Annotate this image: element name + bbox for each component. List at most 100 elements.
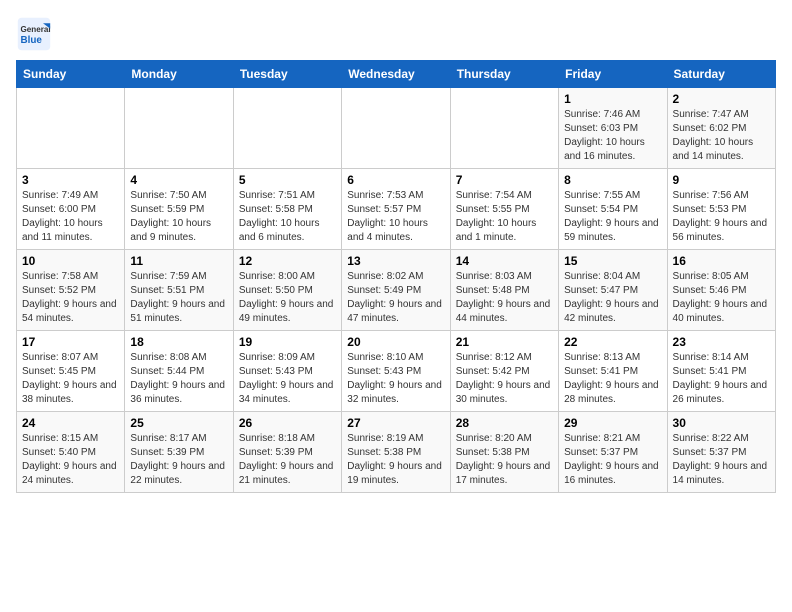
page-header: General Blue bbox=[16, 16, 776, 52]
day-number: 16 bbox=[673, 254, 770, 268]
calendar-cell: 11 Sunrise: 7:59 AM Sunset: 5:51 PM Dayli… bbox=[125, 250, 233, 331]
day-number: 22 bbox=[564, 335, 661, 349]
weekday-header-tuesday: Tuesday bbox=[233, 61, 341, 88]
calendar-cell: 15 Sunrise: 8:04 AM Sunset: 5:47 PM Dayli… bbox=[559, 250, 667, 331]
day-info: Sunrise: 7:47 AM Sunset: 6:02 PM Dayligh… bbox=[673, 108, 770, 164]
day-number: 5 bbox=[239, 173, 336, 187]
day-info: Sunrise: 8:04 AM Sunset: 5:47 PM Dayligh… bbox=[564, 270, 661, 326]
day-info: Sunrise: 7:58 AM Sunset: 5:52 PM Dayligh… bbox=[22, 270, 119, 326]
day-number: 9 bbox=[673, 173, 770, 187]
day-number: 4 bbox=[130, 173, 227, 187]
calendar-cell: 16 Sunrise: 8:05 AM Sunset: 5:46 PM Dayli… bbox=[667, 250, 775, 331]
calendar-cell: 27 Sunrise: 8:19 AM Sunset: 5:38 PM Dayli… bbox=[342, 412, 450, 493]
calendar-cell: 26 Sunrise: 8:18 AM Sunset: 5:39 PM Dayli… bbox=[233, 412, 341, 493]
day-number: 8 bbox=[564, 173, 661, 187]
week-row-5: 24 Sunrise: 8:15 AM Sunset: 5:40 PM Dayli… bbox=[17, 412, 776, 493]
calendar-cell: 3 Sunrise: 7:49 AM Sunset: 6:00 PM Daylig… bbox=[17, 169, 125, 250]
calendar-cell: 28 Sunrise: 8:20 AM Sunset: 5:38 PM Dayli… bbox=[450, 412, 558, 493]
calendar-cell: 1Sunrise: 7:46 AM Sunset: 6:03 PM Daylig… bbox=[559, 88, 667, 169]
day-info: Sunrise: 7:46 AM Sunset: 6:03 PM Dayligh… bbox=[564, 108, 661, 164]
day-info: Sunrise: 8:15 AM Sunset: 5:40 PM Dayligh… bbox=[22, 432, 119, 488]
day-number: 11 bbox=[130, 254, 227, 268]
day-info: Sunrise: 7:53 AM Sunset: 5:57 PM Dayligh… bbox=[347, 189, 444, 245]
week-row-1: 1Sunrise: 7:46 AM Sunset: 6:03 PM Daylig… bbox=[17, 88, 776, 169]
day-info: Sunrise: 8:05 AM Sunset: 5:46 PM Dayligh… bbox=[673, 270, 770, 326]
day-number: 23 bbox=[673, 335, 770, 349]
calendar-cell: 5Sunrise: 7:51 AM Sunset: 5:58 PM Daylig… bbox=[233, 169, 341, 250]
calendar-header: SundayMondayTuesdayWednesdayThursdayFrid… bbox=[17, 61, 776, 88]
calendar-cell bbox=[450, 88, 558, 169]
day-number: 21 bbox=[456, 335, 553, 349]
day-number: 25 bbox=[130, 416, 227, 430]
day-info: Sunrise: 7:59 AM Sunset: 5:51 PM Dayligh… bbox=[130, 270, 227, 326]
day-number: 28 bbox=[456, 416, 553, 430]
calendar-cell: 23Sunrise: 8:14 AM Sunset: 5:41 PM Dayli… bbox=[667, 331, 775, 412]
day-info: Sunrise: 8:20 AM Sunset: 5:38 PM Dayligh… bbox=[456, 432, 553, 488]
calendar-cell: 12 Sunrise: 8:00 AM Sunset: 5:50 PM Dayli… bbox=[233, 250, 341, 331]
day-number: 29 bbox=[564, 416, 661, 430]
calendar-cell: 2 Sunrise: 7:47 AM Sunset: 6:02 PM Daylig… bbox=[667, 88, 775, 169]
day-number: 15 bbox=[564, 254, 661, 268]
day-number: 3 bbox=[22, 173, 119, 187]
calendar-cell: 30 Sunrise: 8:22 AM Sunset: 5:37 PM Dayli… bbox=[667, 412, 775, 493]
week-row-2: 3 Sunrise: 7:49 AM Sunset: 6:00 PM Daylig… bbox=[17, 169, 776, 250]
day-number: 17 bbox=[22, 335, 119, 349]
day-number: 10 bbox=[22, 254, 119, 268]
day-info: Sunrise: 8:22 AM Sunset: 5:37 PM Dayligh… bbox=[673, 432, 770, 488]
day-number: 26 bbox=[239, 416, 336, 430]
day-number: 13 bbox=[347, 254, 444, 268]
day-info: Sunrise: 8:03 AM Sunset: 5:48 PM Dayligh… bbox=[456, 270, 553, 326]
calendar-cell: 19 Sunrise: 8:09 AM Sunset: 5:43 PM Dayli… bbox=[233, 331, 341, 412]
calendar-table: SundayMondayTuesdayWednesdayThursdayFrid… bbox=[16, 60, 776, 493]
weekday-header-saturday: Saturday bbox=[667, 61, 775, 88]
logo: General Blue bbox=[16, 16, 56, 52]
calendar-cell bbox=[233, 88, 341, 169]
calendar-cell: 6 Sunrise: 7:53 AM Sunset: 5:57 PM Daylig… bbox=[342, 169, 450, 250]
calendar-cell: 7 Sunrise: 7:54 AM Sunset: 5:55 PM Daylig… bbox=[450, 169, 558, 250]
day-number: 12 bbox=[239, 254, 336, 268]
day-info: Sunrise: 7:54 AM Sunset: 5:55 PM Dayligh… bbox=[456, 189, 553, 245]
day-number: 14 bbox=[456, 254, 553, 268]
calendar-cell: 25 Sunrise: 8:17 AM Sunset: 5:39 PM Dayli… bbox=[125, 412, 233, 493]
day-number: 7 bbox=[456, 173, 553, 187]
weekday-header-monday: Monday bbox=[125, 61, 233, 88]
day-info: Sunrise: 7:49 AM Sunset: 6:00 PM Dayligh… bbox=[22, 189, 119, 245]
calendar-cell: 22 Sunrise: 8:13 AM Sunset: 5:41 PM Dayli… bbox=[559, 331, 667, 412]
day-info: Sunrise: 8:12 AM Sunset: 5:42 PM Dayligh… bbox=[456, 351, 553, 407]
calendar-cell bbox=[17, 88, 125, 169]
day-number: 30 bbox=[673, 416, 770, 430]
day-info: Sunrise: 7:50 AM Sunset: 5:59 PM Dayligh… bbox=[130, 189, 227, 245]
day-info: Sunrise: 8:00 AM Sunset: 5:50 PM Dayligh… bbox=[239, 270, 336, 326]
day-info: Sunrise: 8:07 AM Sunset: 5:45 PM Dayligh… bbox=[22, 351, 119, 407]
weekday-header-friday: Friday bbox=[559, 61, 667, 88]
day-info: Sunrise: 8:19 AM Sunset: 5:38 PM Dayligh… bbox=[347, 432, 444, 488]
calendar-cell bbox=[125, 88, 233, 169]
weekday-header-wednesday: Wednesday bbox=[342, 61, 450, 88]
svg-text:General: General bbox=[21, 25, 51, 34]
day-number: 24 bbox=[22, 416, 119, 430]
calendar-cell: 29 Sunrise: 8:21 AM Sunset: 5:37 PM Dayli… bbox=[559, 412, 667, 493]
day-info: Sunrise: 8:21 AM Sunset: 5:37 PM Dayligh… bbox=[564, 432, 661, 488]
calendar-cell: 9Sunrise: 7:56 AM Sunset: 5:53 PM Daylig… bbox=[667, 169, 775, 250]
day-number: 6 bbox=[347, 173, 444, 187]
day-info: Sunrise: 8:13 AM Sunset: 5:41 PM Dayligh… bbox=[564, 351, 661, 407]
calendar-cell: 18Sunrise: 8:08 AM Sunset: 5:44 PM Dayli… bbox=[125, 331, 233, 412]
day-info: Sunrise: 8:17 AM Sunset: 5:39 PM Dayligh… bbox=[130, 432, 227, 488]
calendar-cell bbox=[342, 88, 450, 169]
day-number: 27 bbox=[347, 416, 444, 430]
weekday-header-row: SundayMondayTuesdayWednesdayThursdayFrid… bbox=[17, 61, 776, 88]
day-info: Sunrise: 8:09 AM Sunset: 5:43 PM Dayligh… bbox=[239, 351, 336, 407]
day-info: Sunrise: 8:18 AM Sunset: 5:39 PM Dayligh… bbox=[239, 432, 336, 488]
calendar-body: 1Sunrise: 7:46 AM Sunset: 6:03 PM Daylig… bbox=[17, 88, 776, 493]
day-number: 19 bbox=[239, 335, 336, 349]
weekday-header-thursday: Thursday bbox=[450, 61, 558, 88]
calendar-cell: 10 Sunrise: 7:58 AM Sunset: 5:52 PM Dayli… bbox=[17, 250, 125, 331]
calendar-cell: 20 Sunrise: 8:10 AM Sunset: 5:43 PM Dayli… bbox=[342, 331, 450, 412]
day-number: 2 bbox=[673, 92, 770, 106]
calendar-cell: 4 Sunrise: 7:50 AM Sunset: 5:59 PM Daylig… bbox=[125, 169, 233, 250]
day-info: Sunrise: 8:10 AM Sunset: 5:43 PM Dayligh… bbox=[347, 351, 444, 407]
day-number: 20 bbox=[347, 335, 444, 349]
svg-text:Blue: Blue bbox=[21, 35, 43, 46]
calendar-cell: 24 Sunrise: 8:15 AM Sunset: 5:40 PM Dayli… bbox=[17, 412, 125, 493]
day-info: Sunrise: 8:08 AM Sunset: 5:44 PM Dayligh… bbox=[130, 351, 227, 407]
